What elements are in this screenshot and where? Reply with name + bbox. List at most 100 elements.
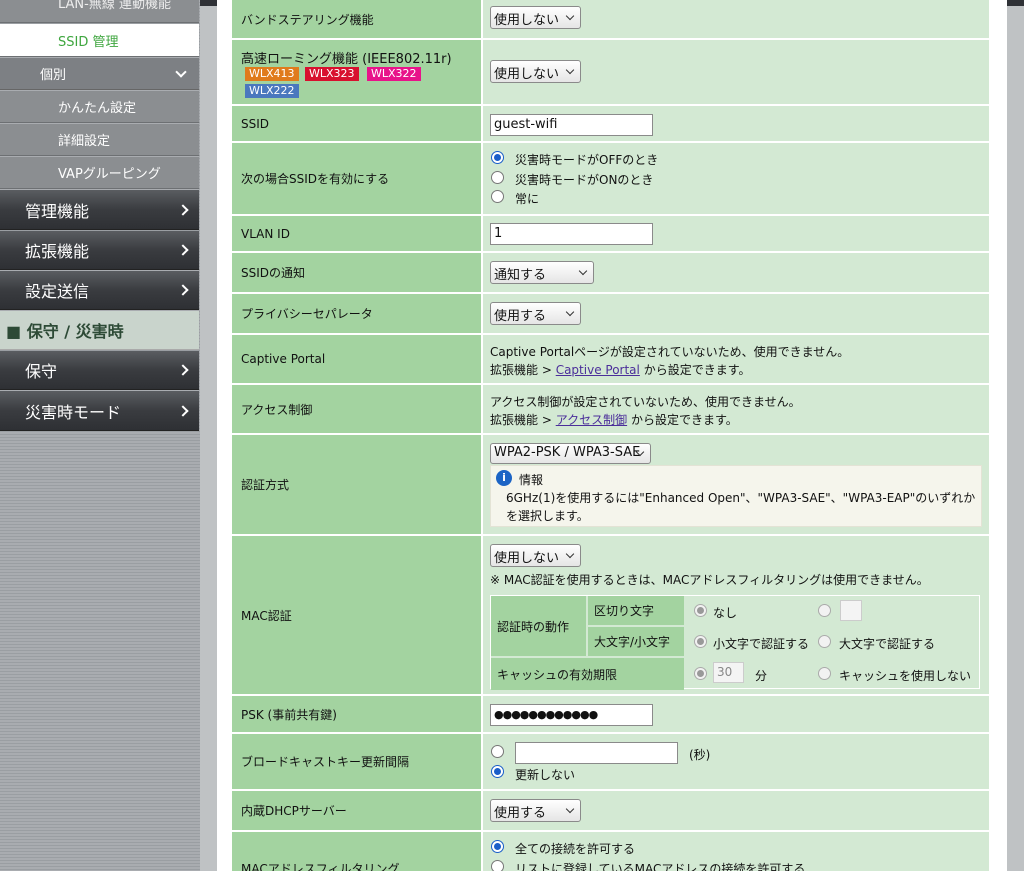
field-label: SSIDの通知	[232, 253, 481, 292]
select-value: 通知する	[494, 268, 547, 283]
hint-suffix: から設定できます。	[643, 363, 751, 377]
radio-uppercase[interactable]	[818, 635, 831, 648]
radio-no-update[interactable]	[491, 765, 504, 778]
field-label: 認証方式	[232, 435, 481, 534]
sidebar-item-individual[interactable]: 個別	[0, 58, 199, 90]
select-value: 使用する	[494, 806, 547, 821]
access-control-link[interactable]: アクセス制御	[556, 413, 627, 427]
dhcp-server-select[interactable]: 使用する	[490, 799, 581, 822]
radio-label: 全ての接続を許可する	[515, 842, 636, 856]
broadcast-interval-input[interactable]	[515, 742, 678, 764]
ssid-notify-select[interactable]: 通知する	[490, 261, 594, 284]
privacy-separator-select[interactable]: 使用する	[490, 302, 581, 325]
radio-disaster-on[interactable]	[491, 171, 504, 184]
band-steering-select[interactable]: 使用しない	[490, 6, 581, 29]
vlan-id-input[interactable]: 1	[490, 223, 653, 245]
psk-input[interactable]: ●●●●●●●●●●●●	[490, 704, 653, 726]
sidebar-item-disaster-mode[interactable]: 災害時モード	[0, 391, 199, 431]
radio-delimiter-none[interactable]	[694, 604, 707, 617]
case-label: 大文字/小文字	[588, 627, 684, 656]
sidebar-item-lan-wireless[interactable]: LAN-無線 連動機能	[0, 0, 199, 23]
field-label: バンドステアリング機能	[232, 0, 481, 38]
radio-disaster-off[interactable]	[491, 151, 504, 164]
model-badge: WLX323	[305, 67, 359, 81]
row-dhcp-server: 内蔵DHCPサーバー 使用する	[232, 791, 989, 830]
sidebar-item-label: 個別	[40, 68, 67, 83]
chevron-right-icon	[177, 364, 189, 376]
field-label-cell: MACアドレスフィルタリング	[232, 832, 481, 871]
cache-expiry-input[interactable]: 30	[713, 662, 744, 683]
radio-cache-expiry[interactable]	[694, 667, 707, 680]
info-title: 情報	[519, 473, 544, 487]
row-privacy-separator: プライバシーセパレータ 使用する	[232, 294, 989, 333]
access-control-hint: 拡張機能 > アクセス制御 から設定できます。	[490, 411, 738, 428]
captive-portal-link[interactable]: Captive Portal	[556, 363, 640, 377]
row-captive-portal: Captive Portal Captive Portalページが設定されていな…	[232, 335, 989, 383]
sidebar-item-ssid-management[interactable]: SSID 管理	[0, 24, 199, 57]
row-auth-method: 認証方式 WPA2-PSK / WPA3-SAE i 情報 6GHz(1)を使用…	[232, 435, 989, 534]
chevron-down-icon	[175, 66, 187, 78]
row-fast-roaming: 高速ローミング機能 (IEEE802.11r) WLX413 WLX323 WL…	[232, 40, 989, 104]
row-vlan-id: VLAN ID 1	[232, 216, 989, 251]
field-label: MAC認証	[232, 536, 481, 694]
sidebar-item-label: 保守	[25, 362, 58, 381]
select-value: 使用しない	[494, 67, 560, 82]
sidebar-item-label: 詳細設定	[58, 134, 111, 149]
cache-unit: 分	[755, 669, 768, 683]
model-badge: WLX222	[245, 84, 299, 98]
field-value: 使用しない	[483, 40, 989, 104]
mac-auth-select[interactable]: 使用しない	[490, 544, 581, 567]
chevron-down-icon	[565, 11, 575, 21]
chevron-down-icon	[565, 307, 575, 317]
sidebar-item-vap-grouping[interactable]: VAPグルーピング	[0, 157, 199, 189]
field-value: (秒) 更新しない	[483, 734, 989, 789]
captive-portal-message: Captive Portalページが設定されていないため、使用できません。	[490, 345, 850, 359]
mac-auth-options-table: 認証時の動作 区切り文字 大文字/小文字 キャッシュの有効期限 なし 小文字で認…	[490, 595, 980, 690]
select-value: 使用しない	[494, 551, 560, 566]
field-value: アクセス制御が設定されていないため、使用できません。 拡張機能 > アクセス制御…	[483, 385, 989, 433]
field-value: guest-wifi	[483, 106, 989, 141]
delimiter-label: 区切り文字	[588, 596, 684, 625]
chevron-right-icon	[177, 203, 189, 216]
field-label: MACアドレスフィルタリング	[241, 862, 400, 871]
row-ssid: SSID guest-wifi	[232, 106, 989, 141]
sidebar-item-extensions[interactable]: 拡張機能	[0, 231, 199, 270]
sidebar-section-label: ■ 保守 / 災害時	[6, 322, 124, 341]
row-psk: PSK (事前共有鍵) ●●●●●●●●●●●●	[232, 696, 989, 732]
delimiter-input[interactable]	[840, 600, 862, 621]
sidebar-item-send-settings[interactable]: 設定送信	[0, 271, 199, 310]
sidebar-item-label: 拡張機能	[25, 242, 90, 261]
sidebar-item-maintenance[interactable]: 保守	[0, 351, 199, 390]
row-broadcast-key-interval: ブロードキャストキー更新間隔 (秒) 更新しない	[232, 734, 989, 789]
radio-no-cache[interactable]	[818, 667, 831, 680]
radio-interval-custom[interactable]	[491, 745, 504, 758]
info-text: 6GHz(1)を使用するには"Enhanced Open"、"WPA3-SAE"…	[506, 491, 976, 505]
chevron-right-icon	[177, 284, 189, 296]
radio-label: 小文字で認証する	[713, 637, 810, 651]
radio-label: 災害時モードがOFFのとき	[515, 153, 659, 167]
fast-roaming-select[interactable]: 使用しない	[490, 60, 581, 83]
radio-allow-all[interactable]	[491, 840, 504, 853]
sidebar-item-label: 設定送信	[25, 282, 90, 301]
radio-always[interactable]	[491, 190, 504, 203]
sidebar-item-easy-setup[interactable]: かんたん設定	[0, 91, 199, 123]
field-value: 使用する	[483, 791, 989, 830]
chevron-right-icon	[177, 404, 189, 417]
field-label: 次の場合SSIDを有効にする	[232, 143, 481, 214]
sidebar-item-detail-setup[interactable]: 詳細設定	[0, 124, 199, 156]
field-value: 全ての接続を許可する リストに登録しているMACアドレスの接続を許可する	[483, 832, 989, 871]
row-access-control: アクセス制御 アクセス制御が設定されていないため、使用できません。 拡張機能 >…	[232, 385, 989, 433]
radio-delimiter-custom[interactable]	[818, 604, 831, 617]
sidebar-item-management[interactable]: 管理機能	[0, 190, 199, 230]
ssid-input[interactable]: guest-wifi	[490, 114, 653, 136]
auth-method-select[interactable]: WPA2-PSK / WPA3-SAE	[490, 443, 651, 464]
radio-allow-listed[interactable]	[491, 860, 504, 871]
chevron-down-icon	[578, 266, 588, 276]
field-label: VLAN ID	[232, 216, 481, 251]
sidebar-item-label: 管理機能	[25, 201, 90, 221]
radio-label: 常に	[515, 192, 540, 206]
hint-prefix: 拡張機能 >	[490, 363, 552, 377]
sidebar-item-label: VAPグルーピング	[58, 167, 161, 182]
row-mac-filtering: MACアドレスフィルタリング 全ての接続を許可する リストに登録しているMACア…	[232, 832, 989, 871]
radio-lowercase[interactable]	[694, 635, 707, 648]
